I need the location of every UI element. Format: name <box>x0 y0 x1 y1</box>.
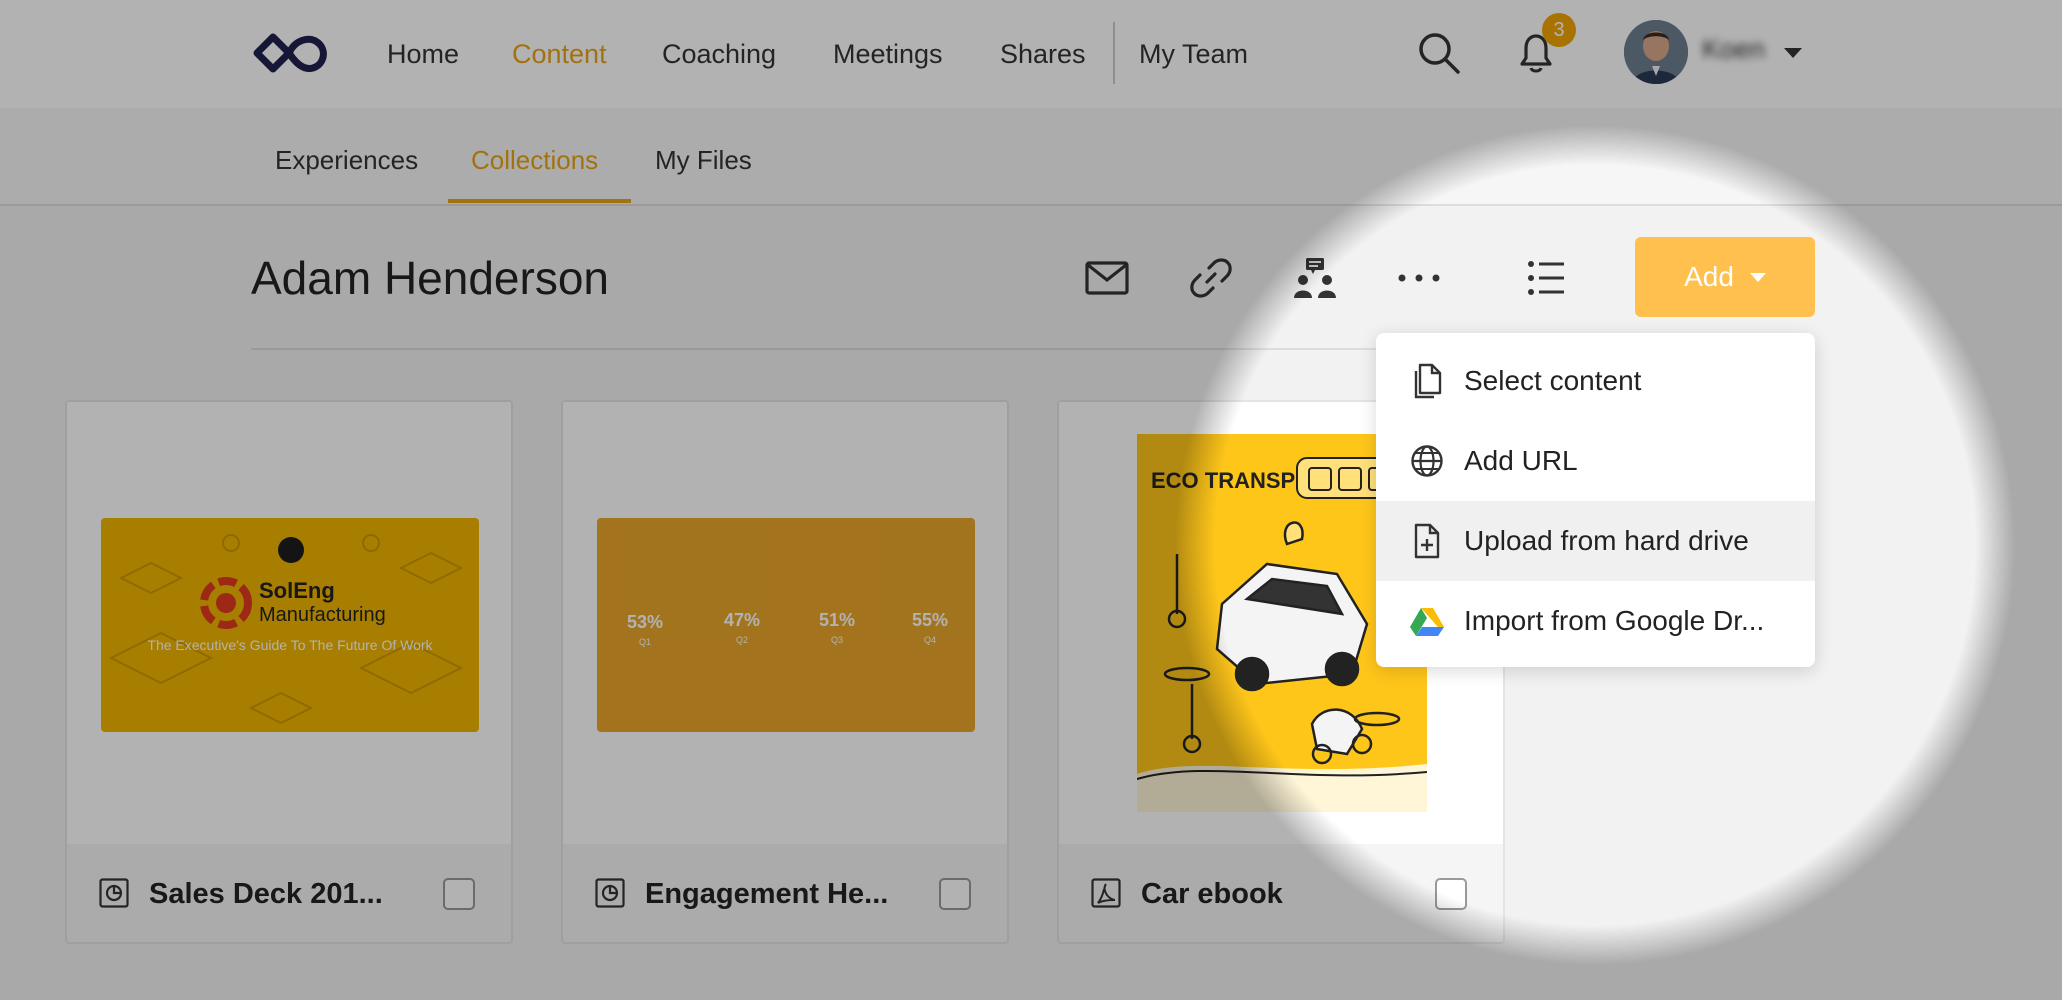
tab-collections[interactable]: Collections <box>471 140 598 180</box>
globe-icon <box>1410 444 1444 478</box>
tab-experiences[interactable]: Experiences <box>275 140 418 180</box>
more-options-icon[interactable] <box>1393 252 1445 304</box>
card-thumbnail: SolEng Manufacturing The Executive's Gui… <box>101 518 479 732</box>
top-navigation-bar: Home Content Coaching Meetings Shares My… <box>0 0 2062 108</box>
card-title[interactable]: Sales Deck 201... <box>149 874 383 914</box>
menu-item-select-content[interactable]: Select content <box>1376 341 1815 421</box>
add-button[interactable]: Add <box>1635 237 1815 317</box>
nav-divider <box>1113 22 1115 84</box>
menu-item-add-url[interactable]: Add URL <box>1376 421 1815 501</box>
thumb-stat-label: Q3 <box>831 635 843 645</box>
pdf-icon <box>1091 878 1121 908</box>
menu-item-import-google-drive[interactable]: Import from Google Dr... <box>1376 581 1815 661</box>
coaching-meeting-icon[interactable] <box>1289 252 1341 304</box>
menu-item-label: Add URL <box>1464 445 1578 476</box>
google-drive-icon <box>1410 604 1444 638</box>
search-icon[interactable] <box>1414 28 1464 78</box>
chevron-down-icon <box>1749 272 1766 282</box>
thumb-stat-label: Q4 <box>924 635 936 645</box>
nav-content[interactable]: Content <box>512 34 607 74</box>
brand-logo-icon[interactable] <box>253 30 331 76</box>
email-icon[interactable] <box>1081 252 1133 304</box>
card-select-checkbox[interactable] <box>443 878 475 910</box>
nav-home[interactable]: Home <box>387 34 459 74</box>
card-footer: Car ebook <box>1059 844 1503 942</box>
card-title[interactable]: Engagement He... <box>645 874 888 914</box>
tab-my-files[interactable]: My Files <box>655 140 752 180</box>
menu-item-label: Select content <box>1464 365 1642 396</box>
link-icon[interactable] <box>1185 252 1237 304</box>
thumb-stat-value: 51% <box>819 610 855 630</box>
menu-item-label: Upload from hard drive <box>1464 525 1749 556</box>
card-select-checkbox[interactable] <box>939 878 971 910</box>
add-dropdown-menu: Select content Add URL Upload from hard … <box>1376 333 1815 667</box>
card-title[interactable]: Car ebook <box>1141 874 1283 914</box>
content-card-engagement[interactable]: 53% Q1 47% Q2 51% Q3 55% Q4 Engagement H… <box>561 400 1009 944</box>
add-button-label: Add <box>1684 261 1734 292</box>
nav-shares[interactable]: Shares <box>1000 34 1086 74</box>
thumb-stat-label: Q2 <box>736 635 748 645</box>
user-name[interactable]: Koen <box>1702 34 1765 65</box>
menu-item-label: Import from Google Dr... <box>1464 605 1765 636</box>
thumb-tagline: The Executive's Guide To The Future Of W… <box>147 637 433 653</box>
list-view-icon[interactable] <box>1520 252 1572 304</box>
active-tab-indicator <box>448 199 631 203</box>
nav-coaching[interactable]: Coaching <box>662 34 776 74</box>
file-upload-icon <box>1410 523 1444 559</box>
thumb-stat-value: 55% <box>912 610 948 630</box>
page-title: Adam Henderson <box>251 252 609 304</box>
document-icon <box>1410 363 1444 399</box>
card-footer: Sales Deck 201... <box>67 844 511 942</box>
card-thumbnail: 53% Q1 47% Q2 51% Q3 55% Q4 <box>597 518 975 732</box>
thumb-stat-value: 47% <box>724 610 760 630</box>
nav-my-team[interactable]: My Team <box>1139 34 1248 74</box>
card-select-checkbox[interactable] <box>1435 878 1467 910</box>
card-footer: Engagement He... <box>563 844 1007 942</box>
menu-item-upload-from-hard-drive[interactable]: Upload from hard drive <box>1376 501 1815 581</box>
presentation-icon <box>595 878 625 908</box>
content-card-sales-deck[interactable]: SolEng Manufacturing The Executive's Gui… <box>65 400 513 944</box>
presentation-icon <box>99 878 129 908</box>
user-avatar[interactable] <box>1624 20 1688 84</box>
thumb-stat-value: 53% <box>627 612 663 632</box>
thumb-brand: SolEng <box>259 578 335 603</box>
thumb-stat-label: Q1 <box>639 637 651 647</box>
nav-meetings[interactable]: Meetings <box>833 34 943 74</box>
notification-count-badge: 3 <box>1542 13 1576 47</box>
content-sub-navigation: Experiences Collections My Files <box>0 108 2062 206</box>
user-menu-chevron-down-icon[interactable] <box>1784 48 1802 58</box>
thumb-subbrand: Manufacturing <box>259 604 386 626</box>
